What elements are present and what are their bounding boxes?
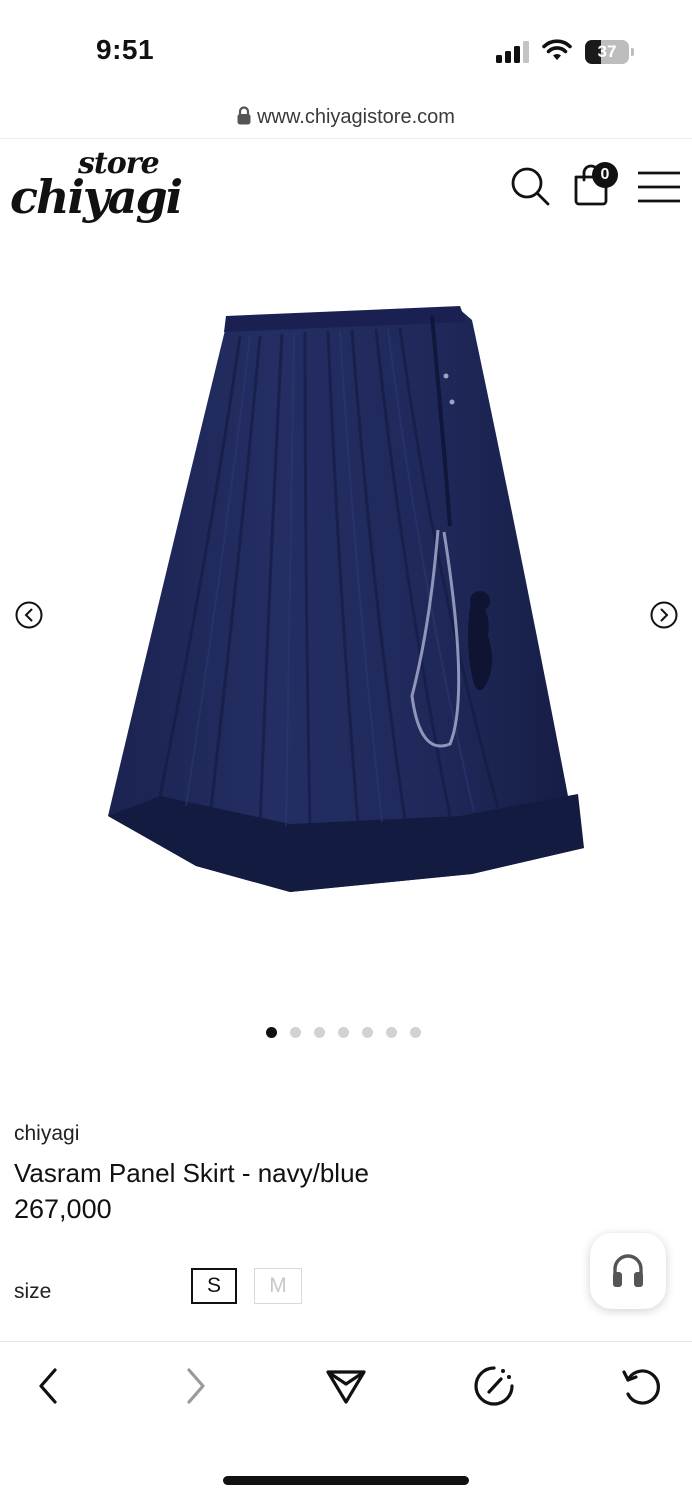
share-button[interactable] [322, 1362, 370, 1410]
support-chat-button[interactable] [590, 1233, 666, 1309]
address-bar[interactable]: www.chiyagistore.com [0, 106, 692, 129]
product-image[interactable] [100, 296, 594, 902]
search-icon [511, 167, 550, 206]
size-option-s[interactable]: S [191, 1268, 237, 1304]
share-icon [326, 1370, 366, 1404]
battery-level: 37 [597, 42, 617, 61]
logo-main-text: chiyagi [10, 170, 183, 224]
search-button[interactable] [508, 164, 552, 208]
product-title: Vasram Panel Skirt - navy/blue [14, 1158, 369, 1188]
chevron-left-circle-icon [15, 601, 43, 629]
carousel-dots [266, 1027, 421, 1039]
status-time: 9:51 [96, 34, 155, 65]
back-button[interactable] [24, 1362, 72, 1410]
wifi-icon [542, 39, 572, 60]
product-brand[interactable]: chiyagi [14, 1122, 79, 1146]
carousel-dot[interactable] [410, 1027, 421, 1038]
carousel-dot[interactable] [386, 1027, 397, 1038]
back-icon [39, 1368, 57, 1404]
divider [0, 138, 692, 139]
forward-icon [187, 1368, 205, 1404]
headset-icon [613, 1254, 643, 1287]
carousel-prev-button[interactable] [14, 600, 44, 630]
menu-button[interactable] [636, 170, 682, 204]
compass-button[interactable] [470, 1362, 518, 1410]
lock-icon [237, 106, 251, 125]
carousel-dot[interactable] [314, 1027, 325, 1038]
carousel-dot[interactable] [266, 1027, 277, 1038]
cart-count-badge: 0 [592, 162, 618, 188]
chevron-right-circle-icon [650, 601, 678, 629]
carousel-next-button[interactable] [649, 600, 679, 630]
toolbar-divider [0, 1341, 692, 1342]
carousel-dot[interactable] [362, 1027, 373, 1038]
url-text: www.chiyagistore.com [257, 106, 455, 128]
reload-button[interactable] [618, 1362, 666, 1410]
compass-icon [474, 1366, 514, 1406]
carousel-dot[interactable] [338, 1027, 349, 1038]
product-price: 267,000 [14, 1194, 112, 1224]
cart-button[interactable]: 0 [570, 160, 626, 210]
reload-icon [622, 1369, 660, 1405]
carousel-dot[interactable] [290, 1027, 301, 1038]
size-option-m[interactable]: M [254, 1268, 302, 1304]
size-label: size [14, 1280, 52, 1303]
store-logo[interactable]: store chiyagi [10, 146, 183, 230]
home-indicator [223, 1476, 469, 1485]
battery-indicator: 37 [585, 40, 635, 64]
forward-button[interactable] [172, 1362, 220, 1410]
cellular-signal-icon [496, 41, 529, 63]
menu-icon [638, 171, 680, 203]
